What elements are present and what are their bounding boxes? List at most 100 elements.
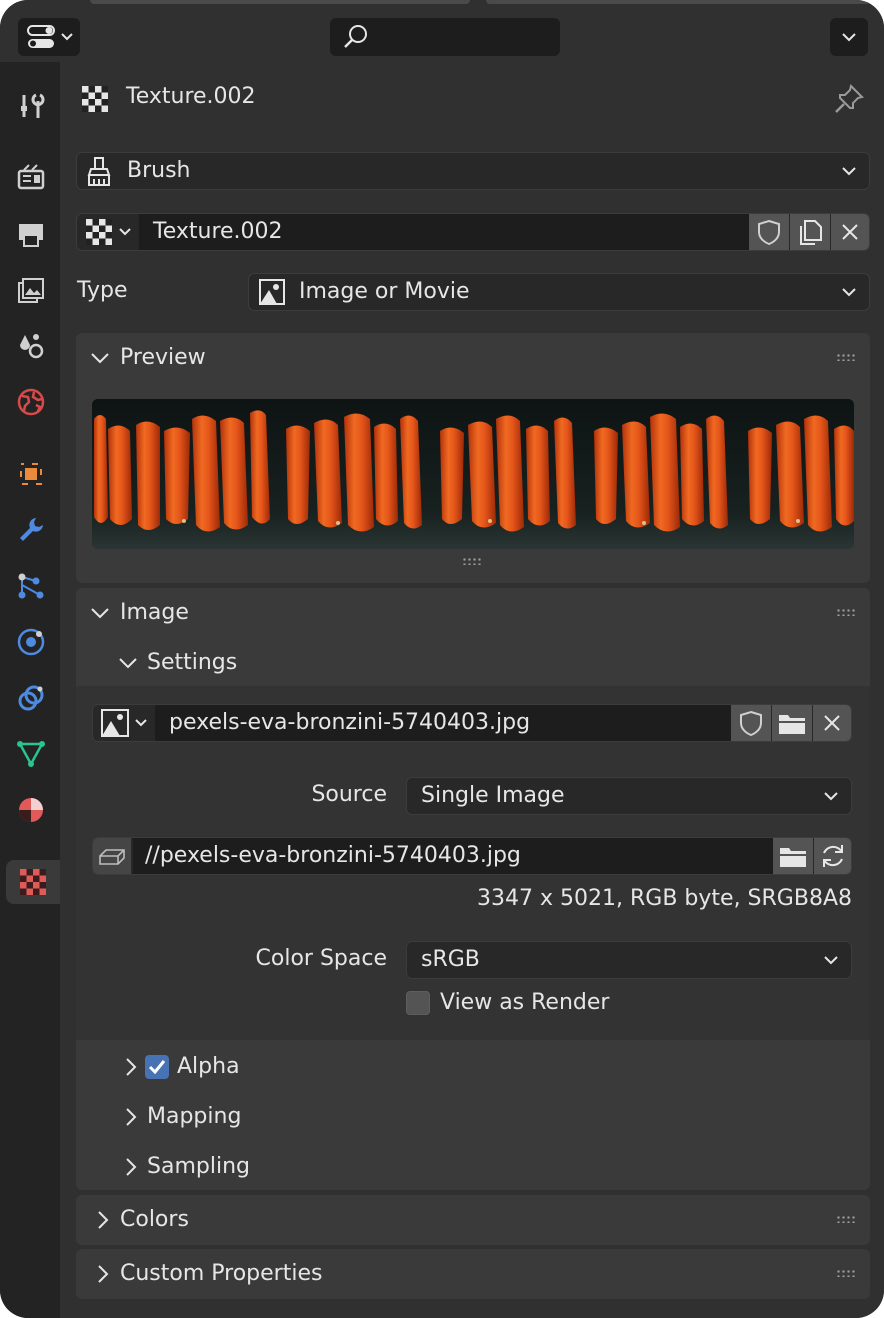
physics-tab[interactable] (8, 620, 54, 664)
texture-name-field[interactable]: Texture.002 (139, 214, 749, 250)
texture-browse-button[interactable] (77, 214, 140, 250)
type-dropdown[interactable]: Image or Movie (248, 273, 870, 311)
world-tab[interactable] (8, 380, 54, 424)
data-tab[interactable] (8, 732, 54, 776)
reload-image-button[interactable] (814, 838, 851, 874)
scene-tab[interactable] (8, 324, 54, 368)
colors-panel[interactable]: Colors (76, 1195, 870, 1245)
printer-icon (19, 224, 43, 247)
checker-texture-icon (86, 219, 131, 245)
source-dropdown[interactable]: Single Image (406, 777, 852, 815)
alpha-subpanel-title[interactable]: Alpha (177, 1054, 240, 1079)
color-space-label: Color Space (255, 946, 387, 971)
output-tab[interactable] (8, 212, 54, 256)
brush-selector[interactable]: Brush (76, 152, 870, 190)
editor-type-button[interactable] (18, 18, 80, 56)
alpha-checkbox[interactable] (145, 1055, 169, 1079)
chevron-right-icon (98, 1211, 109, 1229)
texture-icon (20, 869, 46, 895)
options-dropdown-button[interactable] (830, 18, 868, 56)
preview-panel-title: Preview (120, 345, 206, 370)
particles-tab[interactable] (8, 564, 54, 608)
object-icon (20, 463, 42, 485)
render-tab[interactable] (8, 154, 54, 198)
texture-preview-image (92, 399, 854, 549)
mesh-data-icon (17, 741, 45, 767)
new-texture-button[interactable] (790, 214, 830, 250)
image-fake-user-button[interactable] (731, 705, 771, 741)
carrots-preview-image (92, 399, 854, 549)
drag-handle-icon[interactable] (836, 608, 856, 616)
context-title: Texture.002 (126, 84, 256, 109)
source-value: Single Image (421, 783, 565, 808)
view-layer-tab[interactable] (8, 268, 54, 312)
chevron-right-icon[interactable] (124, 1057, 138, 1077)
refresh-icon (822, 845, 843, 867)
open-image-button[interactable] (772, 705, 812, 741)
constraints-tab[interactable] (8, 676, 54, 720)
view-as-render-label: View as Render (440, 990, 610, 1015)
shield-icon (740, 710, 762, 737)
chevron-down-icon (842, 288, 856, 297)
render-icon (17, 164, 45, 190)
settings-subpanel-header[interactable]: Settings (76, 640, 870, 686)
color-space-dropdown[interactable]: sRGB (406, 941, 852, 979)
chevron-right-icon (98, 1265, 109, 1283)
object-tab[interactable] (8, 452, 54, 496)
editor-header (0, 0, 884, 62)
drag-handle-icon[interactable] (836, 1215, 856, 1223)
material-tab[interactable] (8, 788, 54, 832)
shield-icon (758, 219, 780, 246)
chevron-down-icon (842, 167, 856, 176)
image-name-field[interactable]: pexels-eva-bronzini-5740403.jpg (155, 705, 731, 741)
texture-tab[interactable] (6, 860, 60, 904)
texture-datablock-selector: Texture.002 (76, 213, 870, 251)
chevron-right-icon[interactable] (124, 1107, 138, 1127)
tool-tab[interactable] (8, 84, 54, 128)
pin-icon[interactable] (832, 82, 866, 116)
image-info-text: 3347 x 5021, RGB byte, SRGB8A8 (477, 886, 852, 911)
image-datablock-selector: pexels-eva-bronzini-5740403.jpg (92, 704, 852, 742)
type-label: Type (77, 278, 128, 303)
image-browse-button[interactable] (93, 705, 156, 741)
chevron-down-icon (842, 33, 856, 42)
constraints-icon (18, 685, 44, 711)
filepath-row: //pexels-eva-bronzini-5740403.jpg (92, 837, 852, 875)
image-panel-title: Image (120, 600, 189, 625)
sampling-subpanel-title[interactable]: Sampling (147, 1154, 250, 1179)
chevron-down-icon (824, 956, 838, 965)
custom-properties-panel[interactable]: Custom Properties (76, 1249, 870, 1299)
texture-name-text: Texture.002 (153, 219, 283, 244)
particles-icon (18, 573, 44, 599)
properties-tab-bar (0, 62, 60, 1318)
mapping-subpanel-title[interactable]: Mapping (147, 1104, 241, 1129)
search-input[interactable] (330, 18, 560, 56)
modifiers-tab[interactable] (8, 508, 54, 552)
duplicate-icon (800, 220, 822, 245)
close-icon (824, 715, 840, 731)
world-icon (17, 388, 45, 416)
unlink-texture-button[interactable] (831, 214, 869, 250)
chevron-down-icon (119, 658, 137, 669)
fake-user-button[interactable] (749, 214, 789, 250)
brush-selector-label: Brush (127, 158, 191, 183)
checker-texture-icon (82, 86, 108, 112)
color-space-value: sRGB (421, 947, 480, 972)
unlink-image-button[interactable] (813, 705, 851, 741)
image-panel-header[interactable]: Image (76, 588, 870, 640)
chevron-right-icon[interactable] (124, 1157, 138, 1177)
preview-panel: Preview (76, 333, 870, 583)
preview-panel-header[interactable]: Preview (76, 333, 870, 385)
filepath-input[interactable]: //pexels-eva-bronzini-5740403.jpg (133, 838, 773, 874)
image-icon (259, 279, 285, 305)
image-icon (101, 709, 147, 737)
material-icon (19, 798, 43, 822)
properties-editor: Texture.002 Brush Texture.002 Type Image… (0, 0, 884, 1318)
pack-image-button[interactable] (93, 838, 131, 874)
view-as-render-checkbox[interactable] (406, 991, 430, 1015)
chevron-down-icon (824, 792, 838, 801)
preview-resize-handle[interactable] (462, 557, 482, 565)
drag-handle-icon[interactable] (836, 1269, 856, 1277)
drag-handle-icon[interactable] (836, 353, 856, 361)
browse-file-button[interactable] (773, 838, 813, 874)
